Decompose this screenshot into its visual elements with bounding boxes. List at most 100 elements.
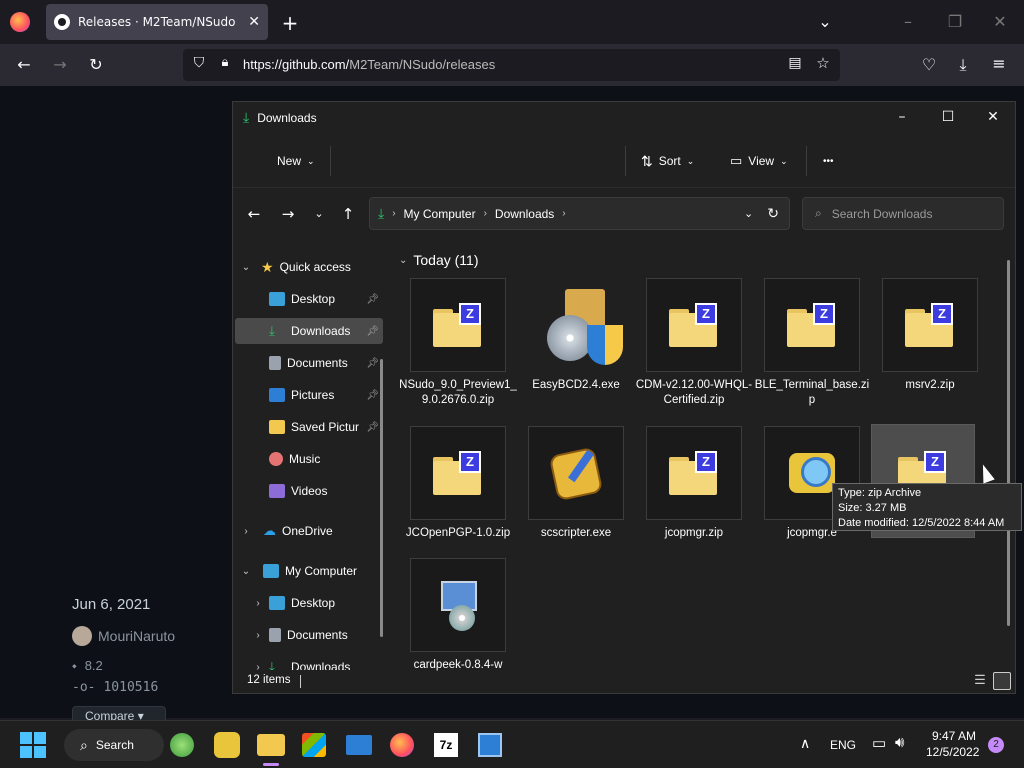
file-item[interactable]: scscripter.exe	[517, 426, 635, 568]
file-item[interactable]: Z jcopmgr.zip	[635, 426, 753, 568]
details-view-icon[interactable]: ☰	[971, 672, 989, 690]
maximize-browser-icon[interactable]: ❐	[945, 12, 965, 31]
url-prefix: https://github.com/	[243, 57, 350, 72]
7zip-icon[interactable]: 7z	[434, 733, 458, 757]
nav-pc-desktop[interactable]: › Desktop	[235, 590, 383, 616]
list-tabs-chevron-icon[interactable]: ⌄	[815, 12, 835, 31]
forward-arrow-icon[interactable]: →	[275, 202, 301, 226]
app-window-icon[interactable]	[478, 733, 502, 757]
nav-label: Music	[289, 452, 321, 466]
new-tab-button[interactable]: +	[280, 11, 300, 35]
volume-icon[interactable]: 🔊︎	[895, 734, 904, 751]
nav-label: Downloads	[291, 660, 351, 670]
taskbar-search-button[interactable]: ⌕ Search	[64, 729, 164, 761]
group-header[interactable]: ⌄ Today (11)	[399, 252, 479, 268]
release-tag[interactable]: ⬩ 8.2	[72, 658, 103, 674]
globe-app-icon[interactable]	[214, 732, 240, 758]
file-item[interactable]: Z CDM-v2.12.00-WHQL-Certified.zip	[635, 278, 753, 420]
search-icon: ⌕	[80, 736, 88, 753]
back-arrow-icon[interactable]: ←	[241, 202, 267, 226]
close-browser-icon[interactable]: ✕	[990, 12, 1010, 31]
refresh-icon[interactable]: ↻	[767, 205, 779, 222]
nav-scrollbar[interactable]	[380, 359, 383, 637]
up-arrow-icon[interactable]: ↑	[335, 202, 361, 226]
file-name: BLE_Terminal_base.zip	[754, 379, 870, 406]
tag-label: 8.2	[84, 658, 103, 673]
close-tab-icon[interactable]: ✕	[248, 14, 260, 30]
nav-pc-documents[interactable]: › Documents	[235, 622, 383, 648]
search-input[interactable]: ⌕ Search Downloads	[802, 197, 1004, 230]
nav-item-downloads[interactable]: ⤓ Downloads 📌︎	[235, 318, 383, 344]
recent-chevron-icon[interactable]: ⌄	[306, 202, 332, 226]
nav-label: Quick access	[279, 260, 351, 274]
show-hidden-icons-chevron[interactable]: ∧	[800, 735, 810, 752]
firefox-menu-icon[interactable]	[10, 12, 30, 32]
breadcrumb-my-computer[interactable]: My Computer	[404, 207, 476, 221]
shield-icon[interactable]: ⛉	[191, 55, 207, 71]
new-button[interactable]: New ⌄	[277, 149, 315, 173]
close-icon[interactable]: ✕	[970, 102, 1016, 132]
mail-icon[interactable]	[346, 735, 372, 755]
breadcrumb-downloads[interactable]: Downloads	[495, 207, 554, 221]
back-icon[interactable]: ←	[14, 55, 34, 74]
file-item[interactable]: Z JCOpenPGP-1.0.zip	[399, 426, 517, 568]
videos-icon	[269, 484, 285, 498]
release-commit[interactable]: -o- 1010516	[72, 680, 158, 695]
file-explorer-taskbar-icon[interactable]	[257, 734, 285, 756]
firefox-taskbar-icon[interactable]	[390, 733, 414, 757]
minimize-icon[interactable]: –	[879, 102, 925, 132]
notification-badge[interactable]: 2	[988, 737, 1004, 753]
nav-item-videos[interactable]: Videos	[235, 478, 383, 504]
chevron-down-icon[interactable]: ⌄	[239, 566, 253, 577]
desktop-icon	[269, 596, 285, 610]
app-menu-icon[interactable]: ≡	[990, 54, 1008, 73]
nav-item-desktop[interactable]: Desktop 📌︎	[235, 286, 383, 312]
nav-pc-downloads[interactable]: › ⤓ Downloads	[235, 654, 383, 670]
clock-date[interactable]: 12/5/2022	[926, 745, 979, 759]
chevron-down-icon[interactable]: ⌄	[239, 262, 253, 273]
reader-view-icon[interactable]: ▤	[787, 55, 803, 71]
green-app-icon[interactable]	[170, 733, 194, 757]
url-bar[interactable]: ⛉ 🔒︎ https://github.com/M2Team/NSudo/rel…	[183, 49, 840, 81]
more-options-button[interactable]: •••	[823, 149, 834, 173]
nav-item-saved-pictures[interactable]: Saved Pictur 📌︎	[235, 414, 383, 440]
forward-icon[interactable]: →	[50, 55, 70, 74]
nav-item-music[interactable]: Music	[235, 446, 383, 472]
language-indicator[interactable]: ENG	[830, 738, 856, 752]
maximize-icon[interactable]: ☐	[925, 102, 971, 132]
address-bar[interactable]: ⤓ › My Computer › Downloads › ⌄ ↻	[369, 197, 790, 230]
minimize-browser-icon[interactable]: –	[898, 12, 918, 31]
bookmark-star-icon[interactable]: ☆	[815, 54, 831, 72]
sort-label: Sort	[658, 154, 681, 168]
pin-icon: 📌︎	[366, 325, 379, 337]
chevron-right-icon[interactable]: ›	[251, 662, 265, 671]
view-button[interactable]: ▭ View ⌄	[730, 149, 788, 173]
start-button[interactable]	[18, 730, 48, 760]
nav-item-pictures[interactable]: Pictures 📌︎	[235, 382, 383, 408]
network-icon[interactable]: ▭	[872, 734, 886, 752]
browser-tab[interactable]: Releases · M2Team/NSudo · Git ✕	[46, 4, 268, 40]
file-item[interactable]: Z msrv2.zip	[871, 278, 989, 420]
chevron-right-icon[interactable]: ›	[251, 630, 265, 641]
release-author[interactable]: MouriNaruto	[72, 626, 175, 646]
lock-icon[interactable]: 🔒︎	[217, 55, 233, 70]
chevron-right-icon[interactable]: ›	[251, 598, 265, 609]
search-label: Search	[95, 738, 134, 752]
reload-icon[interactable]: ↻	[86, 55, 106, 74]
nav-item-documents[interactable]: Documents 📌︎	[235, 350, 383, 376]
tiles-view-icon[interactable]	[993, 672, 1011, 690]
chevron-right-icon[interactable]: ›	[239, 526, 253, 537]
content-scrollbar[interactable]	[1007, 260, 1010, 626]
downloads-icon[interactable]: ⤓	[954, 55, 972, 75]
file-item[interactable]: EasyBCD2.4.exe	[517, 278, 635, 420]
nav-my-computer[interactable]: ⌄ My Computer	[235, 558, 383, 584]
nav-quick-access[interactable]: ⌄ ★ Quick access	[235, 254, 383, 280]
clock-time[interactable]: 9:47 AM	[932, 729, 976, 743]
store-icon[interactable]	[302, 733, 326, 757]
tracking-shield-icon[interactable]: ♡	[920, 55, 938, 74]
file-item[interactable]: Z BLE_Terminal_base.zip	[753, 278, 871, 420]
nav-onedrive[interactable]: › ☁ OneDrive	[235, 518, 383, 544]
file-item[interactable]: Z NSudo_9.0_Preview1_9.0.2676.0.zip	[399, 278, 517, 420]
address-history-chevron-icon[interactable]: ⌄	[744, 207, 753, 220]
sort-button[interactable]: ⇅ Sort ⌄	[641, 149, 694, 173]
